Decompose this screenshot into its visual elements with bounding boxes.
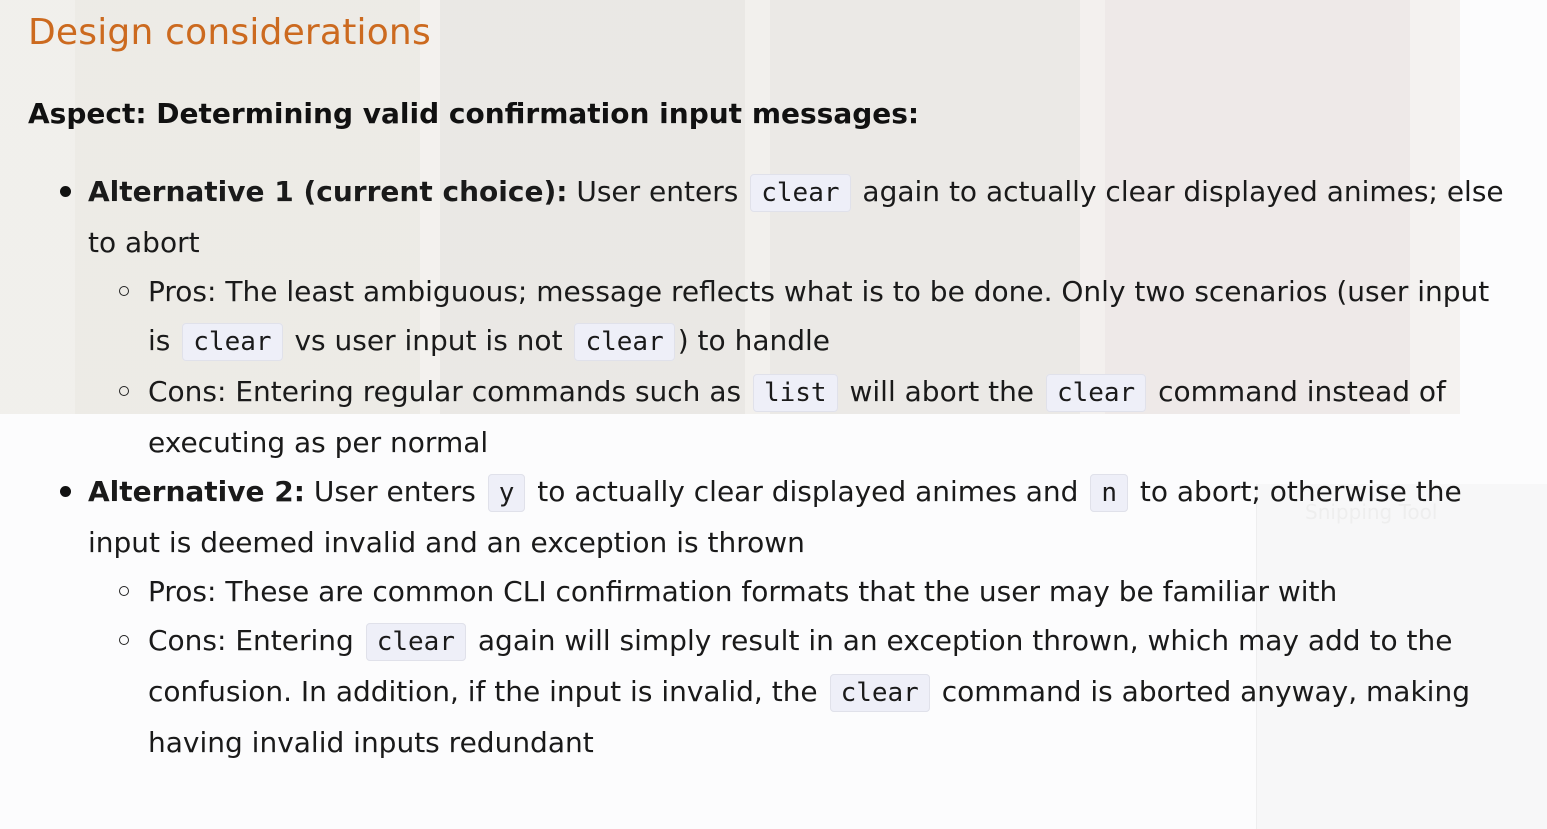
- code-list: list: [752, 374, 838, 412]
- code-clear: clear: [1045, 374, 1147, 412]
- code-clear: clear: [574, 323, 675, 361]
- alt1-cons-text-2: will abort the: [840, 375, 1043, 408]
- alt1-pros-text-2: vs user input is not: [285, 324, 572, 357]
- alt2-text-1: User enters: [304, 475, 485, 508]
- alternatives-list: Alternative 1 (current choice): User ent…: [28, 167, 1508, 767]
- document-section: Design considerations Aspect: Determinin…: [0, 0, 1547, 767]
- alternative-2-item: Alternative 2: User enters y to actually…: [60, 467, 1508, 767]
- code-y: y: [487, 474, 526, 512]
- alternative-1-pros: Pros: The least ambiguous; message refle…: [119, 267, 1508, 367]
- alternative-1-cons: Cons: Entering regular commands such as …: [119, 367, 1508, 467]
- alternative-2-sublist: Pros: These are common CLI confirmation …: [88, 567, 1508, 767]
- code-clear: clear: [182, 323, 283, 361]
- alternative-2-cons: Cons: Entering clear again will simply r…: [119, 616, 1508, 767]
- alt2-pros-text-1: Pros: These are common CLI confirmation …: [148, 575, 1338, 608]
- section-heading: Design considerations: [28, 12, 431, 53]
- alternative-1-sublist: Pros: The least ambiguous; message refle…: [88, 267, 1508, 467]
- alternative-1-item: Alternative 1 (current choice): User ent…: [60, 167, 1508, 467]
- code-clear: clear: [750, 174, 851, 212]
- alt1-cons-text-1: Cons: Entering regular commands such as: [148, 375, 750, 408]
- code-clear: clear: [365, 623, 466, 661]
- alt1-pros-text-3: ) to handle: [677, 324, 830, 357]
- aspect-heading: Aspect: Determining valid confirmation i…: [28, 97, 920, 130]
- alt1-text-1: User enters: [567, 175, 748, 208]
- code-n: n: [1090, 474, 1128, 512]
- alt2-text-2: to actually clear displayed animes and: [528, 475, 1088, 508]
- alt2-cons-text-1: Cons: Entering: [148, 624, 363, 657]
- alternative-2-label: Alternative 2:: [88, 475, 305, 508]
- code-clear: clear: [829, 674, 930, 712]
- alternative-1-label: Alternative 1 (current choice):: [88, 175, 568, 208]
- alternative-2-pros: Pros: These are common CLI confirmation …: [119, 567, 1508, 616]
